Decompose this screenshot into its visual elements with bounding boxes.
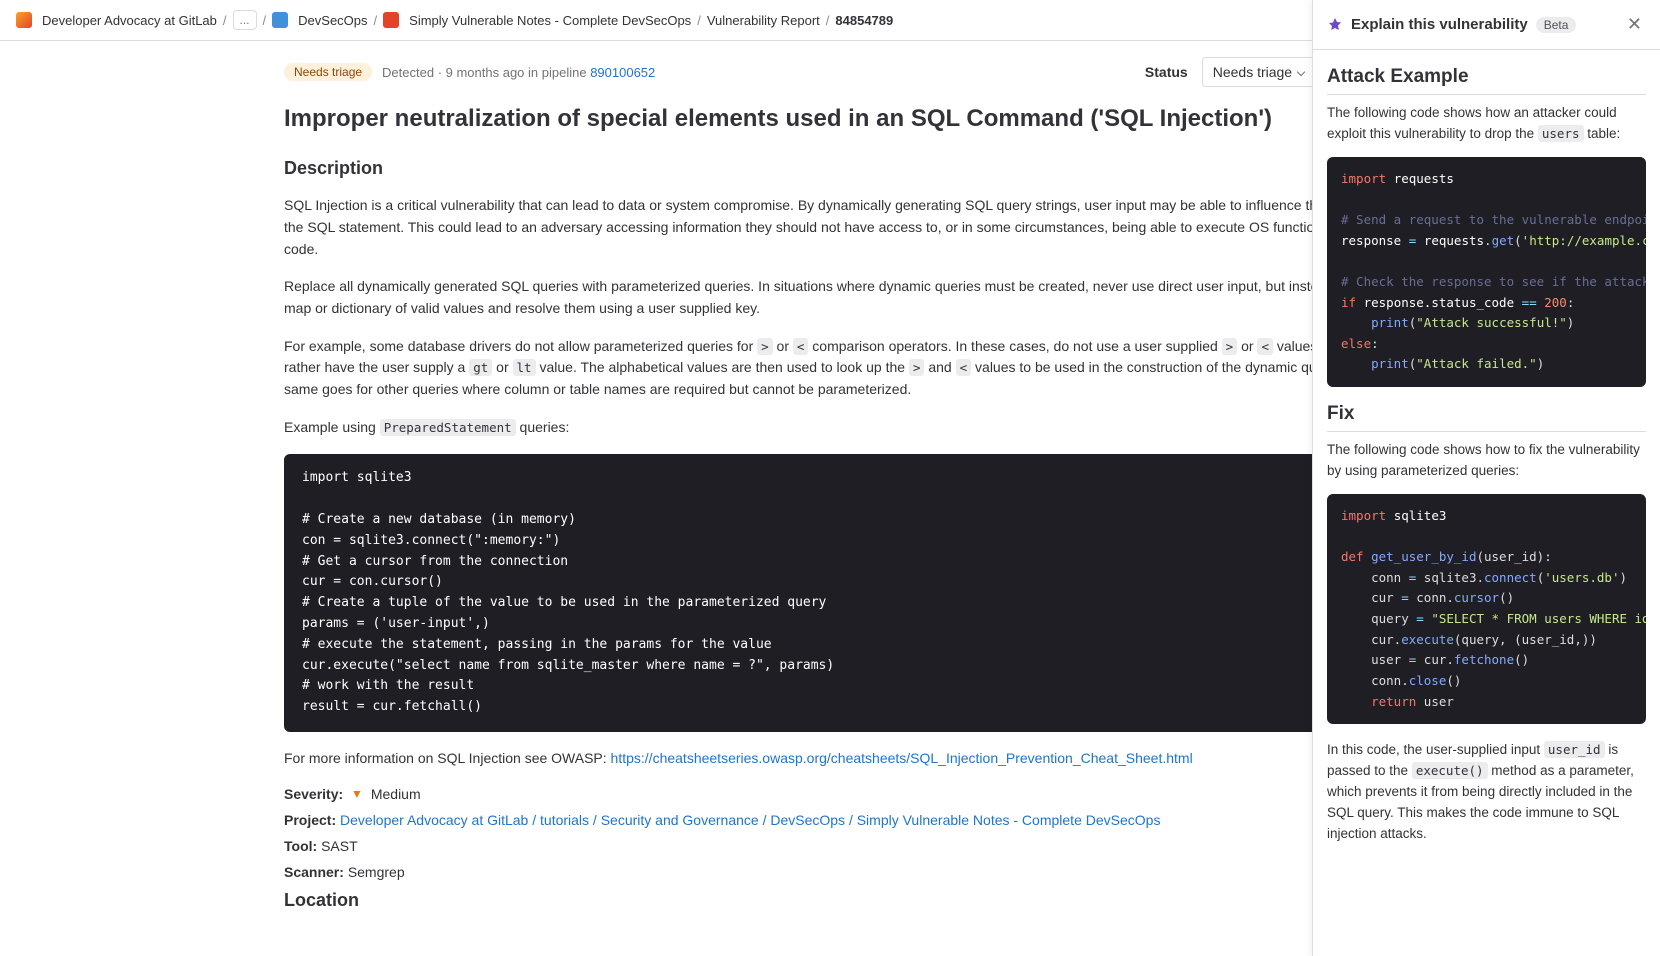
code-example: import sqlite3 # Create a new database (…: [284, 454, 1376, 732]
more-info: For more information on SQL Injection se…: [284, 748, 1376, 770]
breadcrumb-item[interactable]: Simply Vulnerable Notes - Complete DevSe…: [409, 13, 691, 28]
fix-code: import sqlite3 def get_user_by_id(user_i…: [1327, 494, 1646, 724]
project-avatar-icon: [383, 12, 399, 28]
severity-row: Severity: ▲ Medium: [284, 786, 1376, 802]
project-row: Project: Developer Advocacy at GitLab / …: [284, 812, 1376, 828]
triage-badge: Needs triage: [284, 63, 372, 81]
detected-text: Detected · 9 months ago in pipeline 8901…: [382, 65, 655, 80]
explain-panel: Explain this vulnerability Beta ✕ Attack…: [1312, 0, 1660, 956]
description-heading: Description: [284, 158, 1376, 179]
gitlab-logo-icon: [16, 12, 32, 28]
project-link[interactable]: Developer Advocacy at GitLab / tutorials…: [340, 812, 1160, 828]
description-p4: Example using PreparedStatement queries:: [284, 417, 1376, 439]
vulnerability-title: Improper neutralization of special eleme…: [284, 103, 1376, 134]
fix-outro: In this code, the user-supplied input us…: [1327, 740, 1646, 845]
location-heading: Location: [284, 890, 1376, 911]
fix-intro: The following code shows how to fix the …: [1327, 440, 1646, 482]
fix-heading: Fix: [1327, 403, 1646, 432]
attack-heading: Attack Example: [1327, 66, 1646, 95]
chevron-down-icon: [1297, 68, 1305, 76]
status-label: Status: [1145, 64, 1188, 80]
panel-title-text: Explain this vulnerability: [1351, 16, 1528, 33]
status-select[interactable]: Needs triage: [1202, 57, 1315, 87]
description-p2: Replace all dynamically generated SQL qu…: [284, 276, 1376, 319]
severity-medium-icon: ▲: [351, 788, 363, 802]
attack-intro: The following code shows how an attacker…: [1327, 103, 1646, 145]
breadcrumb-more[interactable]: ...: [233, 10, 257, 30]
tanuki-ai-icon: [1327, 17, 1343, 33]
description-p3: For example, some database drivers do no…: [284, 336, 1376, 401]
close-icon[interactable]: ✕: [1623, 14, 1646, 35]
attack-code: import requests # Send a request to the …: [1327, 157, 1646, 387]
breadcrumb-item[interactable]: Developer Advocacy at GitLab: [42, 13, 217, 28]
breadcrumb-item[interactable]: DevSecOps: [298, 13, 367, 28]
breadcrumb-id: 84854789: [835, 13, 893, 28]
tool-row: Tool: SAST: [284, 838, 1376, 854]
scanner-row: Scanner: Semgrep: [284, 864, 1376, 880]
description-p1: SQL Injection is a critical vulnerabilit…: [284, 195, 1376, 260]
owasp-link[interactable]: https://cheatsheetseries.owasp.org/cheat…: [611, 750, 1193, 766]
breadcrumb-item[interactable]: Vulnerability Report: [707, 13, 820, 28]
main-content: Needs triage Detected · 9 months ago in …: [260, 41, 1400, 943]
pipeline-link[interactable]: 890100652: [590, 65, 655, 80]
project-avatar-icon: [272, 12, 288, 28]
beta-badge: Beta: [1536, 17, 1577, 33]
